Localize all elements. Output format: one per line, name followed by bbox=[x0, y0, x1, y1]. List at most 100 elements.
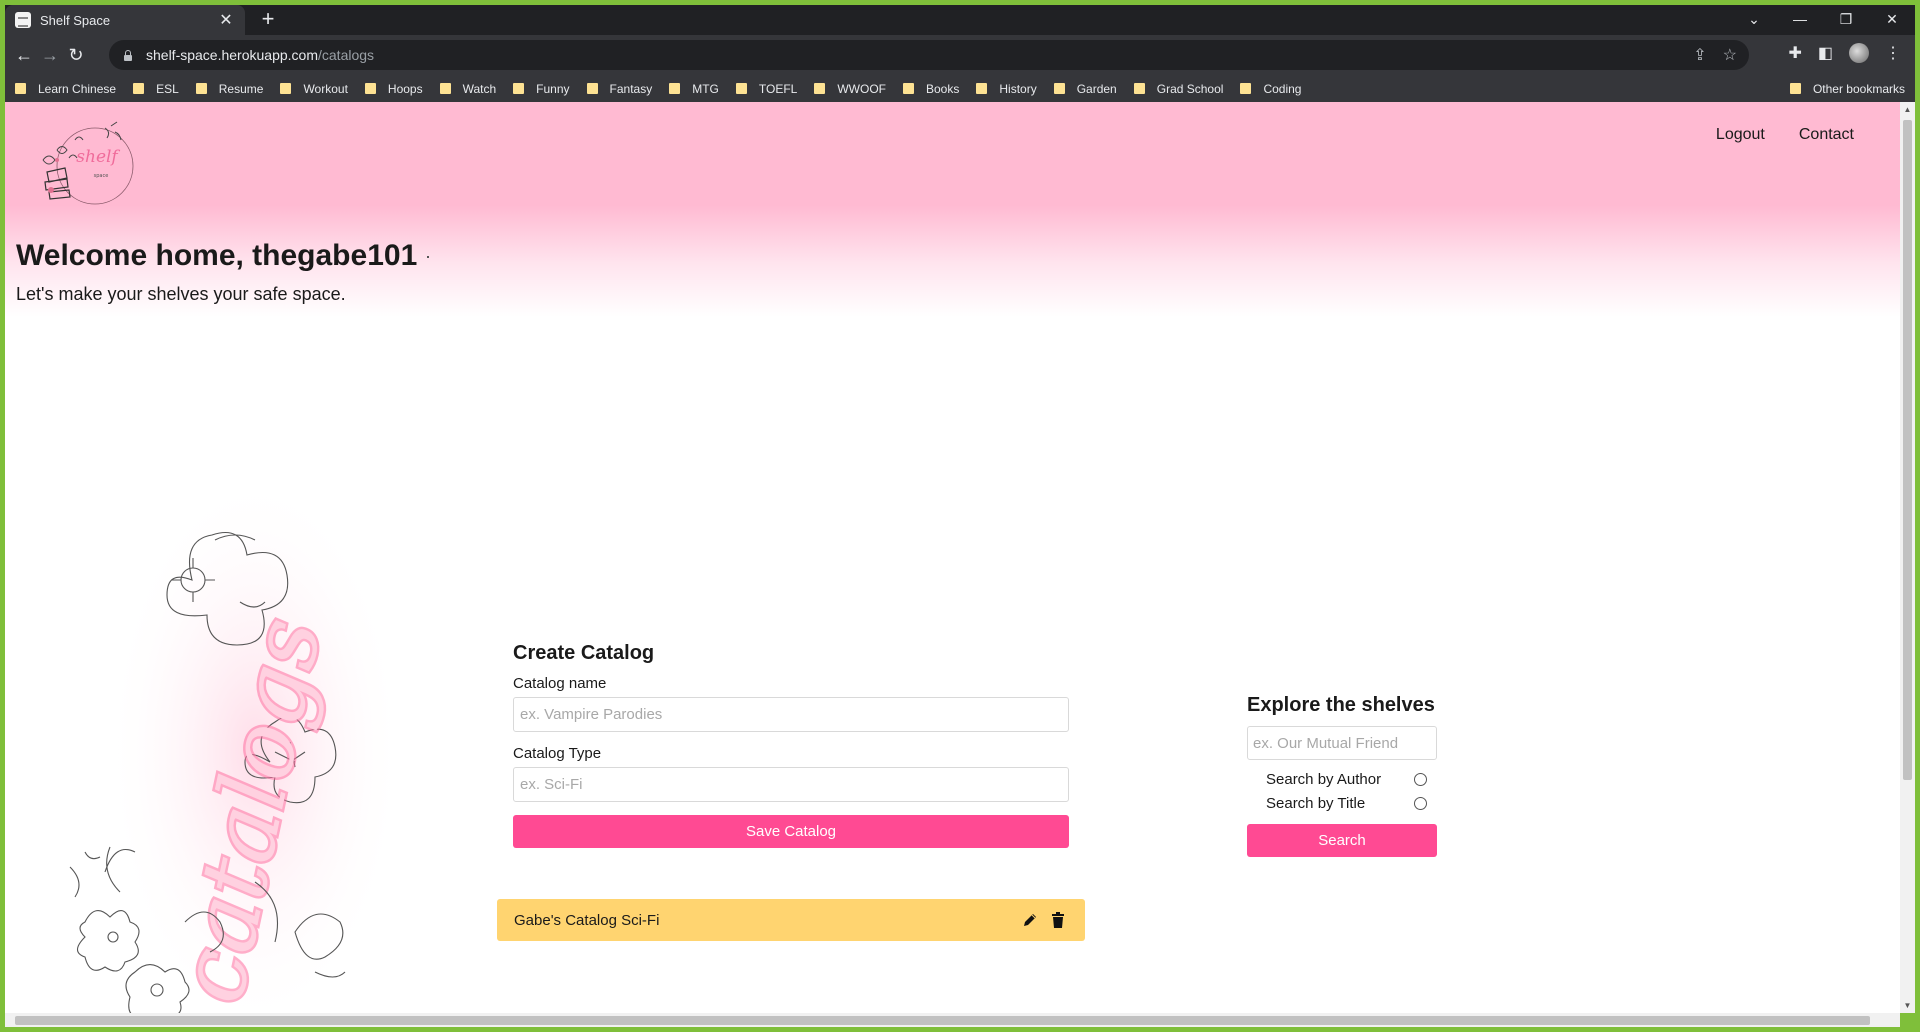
bookmark-fantasy[interactable]: Fantasy bbox=[586, 82, 652, 96]
horizontal-scroll-thumb[interactable] bbox=[15, 1016, 1870, 1025]
vertical-scrollbar[interactable]: ▲ ▼ bbox=[1900, 102, 1915, 1013]
browser-toolbar: ← → ↻ shelf-space.herokuapp.com/catalogs… bbox=[5, 35, 1915, 75]
bookmark-wwoof[interactable]: WWOOF bbox=[814, 82, 886, 96]
minimize-icon[interactable]: — bbox=[1777, 5, 1823, 35]
close-icon[interactable]: ✕ bbox=[217, 10, 235, 30]
catalog-name-label: Catalog name bbox=[513, 675, 607, 692]
top-nav: Logout Contact bbox=[1716, 126, 1854, 144]
side-panel-icon[interactable]: ◧ bbox=[1818, 43, 1833, 63]
bookmark-mtg[interactable]: MTG bbox=[669, 82, 719, 96]
bookmark-coding[interactable]: Coding bbox=[1240, 82, 1301, 96]
catalog-list-item[interactable]: Gabe's Catalog Sci-Fi bbox=[497, 899, 1085, 941]
tab-search-icon[interactable]: ⌄ bbox=[1731, 5, 1777, 35]
bookmark-esl[interactable]: ESL bbox=[133, 82, 179, 96]
tab-title: Shelf Space bbox=[40, 12, 111, 28]
welcome-text: Welcome home, thegabe101 bbox=[16, 239, 418, 272]
reload-icon[interactable]: ↻ bbox=[63, 42, 89, 68]
search-by-author-label: Search by Author bbox=[1266, 770, 1382, 788]
bookmarks-bar: Learn Chinese ESL Resume Workout Hoops W… bbox=[5, 75, 1915, 102]
pencil-edit-icon[interactable] bbox=[1019, 909, 1041, 931]
page-viewport: shelf space Logout Contact Welcome home,… bbox=[5, 102, 1900, 1013]
new-tab-button[interactable]: + bbox=[255, 8, 281, 32]
vertical-scroll-thumb[interactable] bbox=[1903, 120, 1912, 780]
folder-icon bbox=[133, 83, 145, 94]
lock-icon[interactable] bbox=[123, 49, 133, 61]
folder-icon bbox=[15, 83, 26, 94]
folder-icon bbox=[439, 83, 451, 94]
folder-icon bbox=[669, 83, 681, 94]
back-arrow-icon[interactable]: ← bbox=[11, 42, 37, 68]
trash-delete-icon[interactable] bbox=[1047, 909, 1069, 931]
bookmark-funny[interactable]: Funny bbox=[513, 82, 570, 96]
profile-avatar[interactable] bbox=[1849, 43, 1869, 63]
search-by-title-option[interactable]: Search by Title bbox=[1247, 791, 1439, 815]
folder-icon bbox=[586, 83, 598, 94]
bookmark-watch[interactable]: Watch bbox=[439, 82, 496, 96]
create-catalog-title: Create Catalog bbox=[513, 642, 655, 664]
url-path: /catalogs bbox=[318, 47, 375, 63]
explore-search-input[interactable] bbox=[1247, 726, 1437, 760]
bookmark-star-icon[interactable]: ☆ bbox=[1723, 45, 1737, 65]
folder-icon bbox=[814, 83, 826, 94]
explore-title: Explore the shelves bbox=[1247, 694, 1435, 716]
catalog-item-text: Gabe's Catalog Sci-Fi bbox=[514, 911, 660, 929]
explore-shelves-panel: Explore the shelves Search by Author Sea… bbox=[1247, 694, 1439, 857]
bookmark-books[interactable]: Books bbox=[903, 82, 959, 96]
folder-icon bbox=[976, 83, 988, 94]
scroll-up-icon[interactable]: ▲ bbox=[1900, 102, 1915, 117]
bookmark-toefl[interactable]: TOEFL bbox=[735, 82, 797, 96]
folder-icon bbox=[1133, 83, 1145, 94]
toolbar-actions: ✚ ◧ ⋮ bbox=[1788, 43, 1901, 63]
folder-icon bbox=[513, 83, 525, 94]
search-by-author-radio[interactable] bbox=[1414, 772, 1427, 786]
folder-icon bbox=[1053, 83, 1065, 94]
restore-icon[interactable]: ❐ bbox=[1823, 5, 1869, 35]
create-catalog-form: Create Catalog Catalog name Catalog Type… bbox=[513, 642, 1069, 848]
bookmark-grad-school[interactable]: Grad School bbox=[1133, 82, 1223, 96]
contact-link[interactable]: Contact bbox=[1799, 126, 1854, 144]
bookmark-garden[interactable]: Garden bbox=[1053, 82, 1117, 96]
logout-link[interactable]: Logout bbox=[1716, 126, 1765, 144]
logo-subtext: space bbox=[94, 173, 109, 179]
bookmark-resume[interactable]: Resume bbox=[195, 82, 263, 96]
folder-icon bbox=[1789, 83, 1801, 94]
folder-icon bbox=[195, 83, 207, 94]
catalog-type-label: Catalog Type bbox=[513, 745, 602, 762]
bookmark-hoops[interactable]: Hoops bbox=[364, 82, 423, 96]
search-by-title-radio[interactable] bbox=[1414, 796, 1427, 810]
close-window-icon[interactable]: ✕ bbox=[1869, 5, 1915, 35]
floral-catalogs-illustration: catalogs catalogs bbox=[69, 472, 395, 1013]
url-host: shelf-space.herokuapp.com bbox=[146, 47, 318, 63]
save-catalog-button[interactable]: Save Catalog bbox=[513, 815, 1069, 848]
catalog-name-input[interactable] bbox=[513, 697, 1069, 732]
bookmark-workout[interactable]: Workout bbox=[280, 82, 348, 96]
bookmark-history[interactable]: History bbox=[976, 82, 1037, 96]
site-favicon-icon bbox=[15, 12, 31, 28]
forward-arrow-icon[interactable]: → bbox=[37, 42, 63, 68]
search-by-author-option[interactable]: Search by Author bbox=[1247, 767, 1439, 791]
folder-icon bbox=[280, 83, 292, 94]
browser-tab[interactable]: Shelf Space ✕ bbox=[5, 5, 245, 35]
other-bookmarks[interactable]: Other bookmarks bbox=[1789, 75, 1905, 102]
address-bar[interactable]: shelf-space.herokuapp.com/catalogs ⇪ ☆ bbox=[109, 40, 1749, 70]
search-by-title-label: Search by Title bbox=[1266, 794, 1366, 812]
bookmark-learn-chinese[interactable]: Learn Chinese bbox=[15, 82, 116, 96]
logo-wordmark: shelf bbox=[76, 147, 120, 167]
address-bar-actions: ⇪ ☆ bbox=[1693, 45, 1737, 65]
window-controls: ⌄ — ❐ ✕ bbox=[1731, 5, 1915, 35]
tab-strip: Shelf Space ✕ + ⌄ — ❐ ✕ bbox=[5, 5, 1915, 35]
horizontal-scrollbar[interactable] bbox=[5, 1013, 1900, 1027]
menu-kebab-icon[interactable]: ⋮ bbox=[1885, 43, 1901, 63]
extensions-puzzle-icon[interactable]: ✚ bbox=[1788, 43, 1801, 63]
folder-icon bbox=[1240, 83, 1252, 94]
catalog-type-input[interactable] bbox=[513, 767, 1069, 802]
shelf-space-logo[interactable]: shelf space bbox=[35, 120, 145, 210]
folder-icon bbox=[364, 83, 376, 94]
folder-icon bbox=[903, 83, 914, 94]
decorative-dot bbox=[427, 256, 430, 259]
search-button[interactable]: Search bbox=[1247, 824, 1437, 857]
share-icon[interactable]: ⇪ bbox=[1693, 45, 1706, 65]
folder-icon bbox=[735, 83, 747, 94]
tagline: Let's make your shelves your safe space. bbox=[16, 284, 346, 304]
scroll-down-icon[interactable]: ▼ bbox=[1900, 998, 1915, 1013]
